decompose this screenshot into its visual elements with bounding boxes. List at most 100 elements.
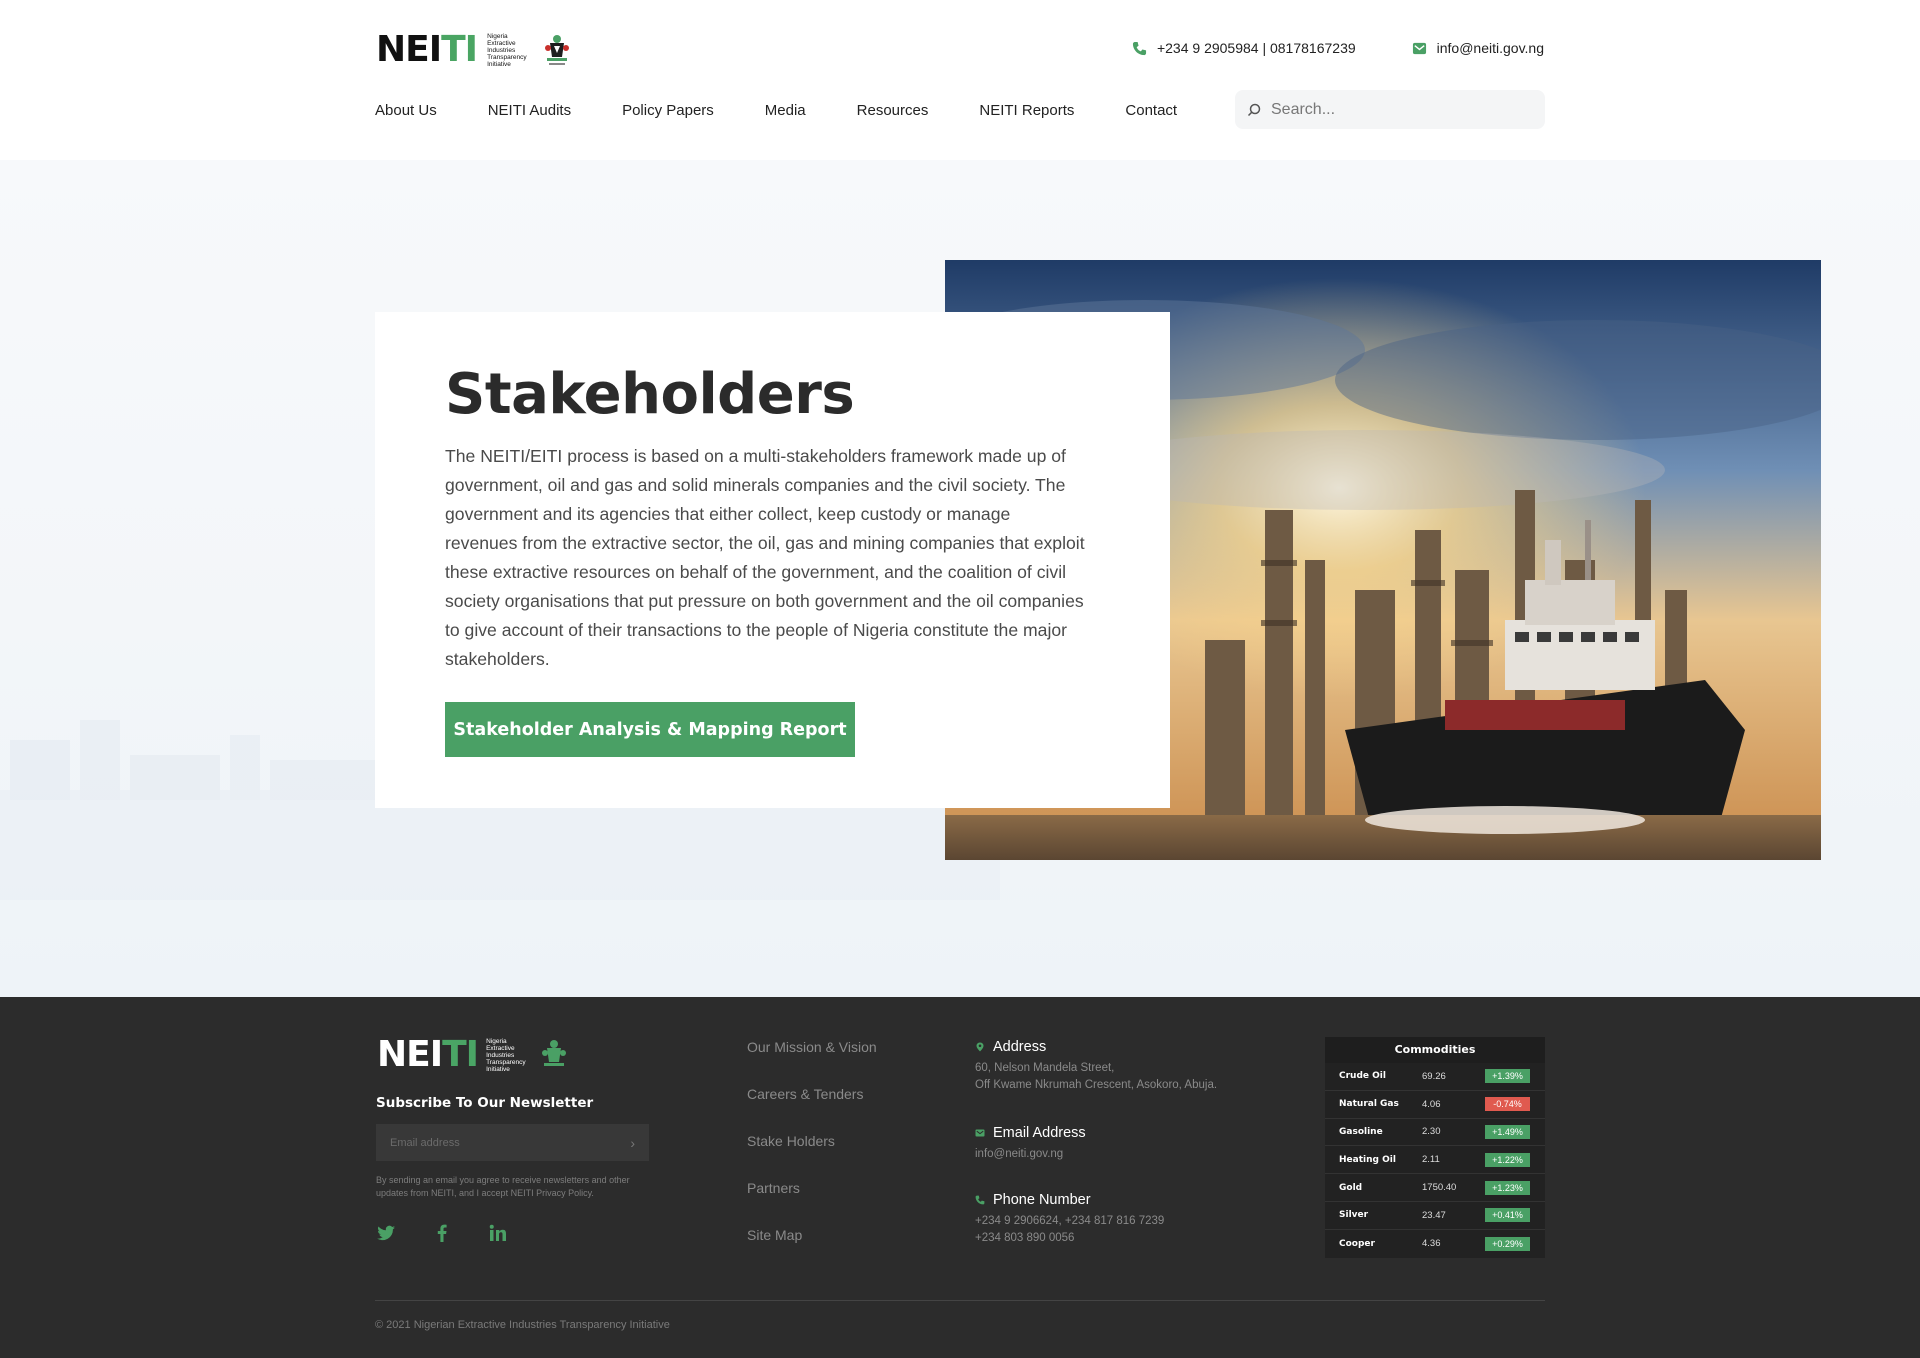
hero-section: Stakeholders The NEITI/EITI process is b…	[0, 160, 1920, 997]
linkedin-icon[interactable]	[488, 1223, 508, 1243]
newsletter-email-input[interactable]	[390, 1136, 600, 1149]
neiti-logo[interactable]: NEITI Nigeria Extractive Industries Tran…	[376, 30, 573, 70]
search-input[interactable]	[1271, 100, 1531, 119]
commodity-price: 4.06	[1422, 1098, 1441, 1110]
footer-divider	[375, 1300, 1545, 1301]
search-box[interactable]	[1235, 90, 1545, 129]
header-email-text: info@neiti.gov.ng	[1436, 40, 1544, 56]
nav-item-contact[interactable]: Contact	[1125, 98, 1177, 123]
commodity-change-badge: +1.49%	[1485, 1124, 1530, 1139]
header-contacts: +234 9 2905984 | 08178167239 info@neiti.…	[1132, 40, 1544, 56]
commodity-row: Gold 1750.40 +1.23%	[1325, 1174, 1545, 1202]
commodity-change-badge: +1.23%	[1485, 1180, 1530, 1195]
phone-heading: Phone Number	[975, 1192, 1275, 1208]
nav-item-about-us[interactable]: About Us	[375, 98, 437, 123]
phone-text: +234 9 2906624, +234 817 816 7239 +234 8…	[975, 1213, 1275, 1247]
address-text: 60, Nelson Mandela Street, Off Kwame Nkr…	[975, 1060, 1275, 1094]
footer-email-block: Email Address info@neiti.gov.ng	[975, 1125, 1275, 1163]
address-title: Address	[993, 1039, 1047, 1055]
commodity-row: Natural Gas 4.06 -0.74%	[1325, 1091, 1545, 1119]
phone-icon	[975, 1195, 985, 1205]
nav-item-neiti-reports[interactable]: NEITI Reports	[979, 98, 1074, 123]
facebook-icon[interactable]	[432, 1223, 452, 1243]
footer-logo[interactable]: NEITI Nigeria Extractive Industries Tran…	[377, 1037, 570, 1073]
email-heading: Email Address	[975, 1125, 1275, 1141]
commodity-change-badge: +1.22%	[1485, 1152, 1530, 1167]
footer-address-block: Address 60, Nelson Mandela Street, Off K…	[975, 1039, 1275, 1094]
footer-link-careers-tenders[interactable]: Careers & Tenders	[747, 1086, 877, 1133]
commodity-name: Cooper	[1339, 1238, 1375, 1249]
nav-item-policy-papers[interactable]: Policy Papers	[622, 98, 714, 123]
commodity-row: Silver 23.47 +0.41%	[1325, 1202, 1545, 1230]
site-header: NEITI Nigeria Extractive Industries Tran…	[0, 0, 1920, 160]
phone-icon	[1132, 41, 1147, 55]
commodity-name: Crude Oil	[1339, 1071, 1386, 1082]
commodity-name: Gold	[1339, 1182, 1363, 1193]
commodity-price: 1750.40	[1422, 1182, 1457, 1194]
address-heading: Address	[975, 1039, 1275, 1055]
copyright-text: © 2021 Nigerian Extractive Industries Tr…	[375, 1319, 670, 1331]
commodity-price: 23.47	[1422, 1209, 1446, 1221]
newsletter-fine-print: By sending an email you agree to receive…	[376, 1175, 630, 1198]
envelope-icon	[1412, 42, 1426, 54]
footer-link-site-map[interactable]: Site Map	[747, 1227, 877, 1274]
footer-email-link[interactable]: info@neiti.gov.ng	[975, 1146, 1275, 1163]
commodity-row: Crude Oil 69.26 +1.39%	[1325, 1063, 1545, 1091]
main-nav: About Us NEITI Audits Policy Papers Medi…	[375, 98, 1228, 123]
logo-wordmark: NEITI	[376, 29, 478, 70]
social-links	[376, 1223, 508, 1243]
nav-item-resources[interactable]: Resources	[857, 98, 929, 123]
footer-link-mission-vision[interactable]: Our Mission & Vision	[747, 1039, 877, 1086]
commodity-change-badge: +1.39%	[1485, 1069, 1530, 1084]
address-line-2: Off Kwame Nkrumah Crescent, Asokoro, Abu…	[975, 1079, 1218, 1091]
commodity-price: 4.36	[1422, 1238, 1441, 1250]
location-pin-icon	[976, 1042, 984, 1052]
phone-title: Phone Number	[993, 1192, 1091, 1208]
footer-contact-info: Address 60, Nelson Mandela Street, Off K…	[975, 1039, 1275, 1247]
commodity-row: Cooper 4.36 +0.29%	[1325, 1230, 1545, 1258]
nav-item-neiti-audits[interactable]: NEITI Audits	[488, 98, 571, 123]
footer-phone-block: Phone Number +234 9 2906624, +234 817 81…	[975, 1192, 1275, 1247]
commodity-name: Heating Oil	[1339, 1154, 1396, 1165]
commodity-row: Heating Oil 2.11 +1.22%	[1325, 1146, 1545, 1175]
search-icon	[1247, 103, 1261, 116]
newsletter-title: Subscribe To Our Newsletter	[376, 1095, 594, 1111]
footer-logo-subtitle: Nigeria Extractive Industries Transparen…	[486, 1037, 526, 1073]
newsletter-form: ›	[376, 1124, 649, 1161]
footer-coat-of-arms-icon	[542, 1040, 567, 1066]
coat-of-arms-icon	[545, 35, 570, 65]
stakeholders-card: Stakeholders The NEITI/EITI process is b…	[375, 312, 1170, 808]
email-title: Email Address	[993, 1125, 1086, 1141]
envelope-icon	[975, 1129, 985, 1137]
chevron-right-icon[interactable]: ›	[630, 1135, 635, 1151]
commodities-title: Commodities	[1325, 1037, 1545, 1063]
commodity-name: Silver	[1339, 1210, 1369, 1221]
commodity-price: 2.30	[1422, 1126, 1441, 1138]
phone-line-2: +234 803 890 0056	[975, 1232, 1075, 1244]
footer-links: Our Mission & Vision Careers & Tenders S…	[747, 1039, 877, 1274]
commodity-name: Natural Gas	[1339, 1099, 1399, 1110]
commodity-change-badge: -0.74%	[1485, 1097, 1530, 1112]
header-email[interactable]: info@neiti.gov.ng	[1412, 40, 1544, 56]
commodity-price: 69.26	[1422, 1070, 1446, 1082]
footer-logo-wordmark: NEITI	[377, 1034, 479, 1075]
commodities-widget: Commodities Crude Oil 69.26 +1.39% Natural …	[1325, 1037, 1545, 1258]
header-phone-text: +234 9 2905984 | 08178167239	[1156, 40, 1356, 56]
commodity-price: 2.11	[1422, 1154, 1440, 1166]
commodity-name: Gasoline	[1339, 1126, 1383, 1137]
address-line-1: 60, Nelson Mandela Street,	[975, 1062, 1115, 1074]
page-title: Stakeholders	[445, 362, 855, 427]
footer-link-partners[interactable]: Partners	[747, 1180, 877, 1227]
commodity-row: Gasoline 2.30 +1.49%	[1325, 1119, 1545, 1147]
commodity-change-badge: +0.41%	[1485, 1208, 1530, 1223]
phone-line-1: +234 9 2906624, +234 817 816 7239	[975, 1215, 1165, 1227]
site-footer: NEITI Nigeria Extractive Industries Tran…	[0, 997, 1920, 1358]
nav-item-media[interactable]: Media	[765, 98, 806, 123]
commodity-change-badge: +0.29%	[1485, 1236, 1530, 1251]
logo-subtitle: Nigeria Extractive Industries Transparen…	[487, 32, 527, 68]
twitter-icon[interactable]	[376, 1223, 396, 1243]
stakeholders-description: The NEITI/EITI process is based on a mul…	[445, 446, 1085, 669]
stakeholder-report-button[interactable]: Stakeholder Analysis & Mapping Report	[445, 702, 855, 757]
footer-link-stake-holders[interactable]: Stake Holders	[747, 1133, 877, 1180]
header-phone[interactable]: +234 9 2905984 | 08178167239	[1132, 40, 1356, 56]
